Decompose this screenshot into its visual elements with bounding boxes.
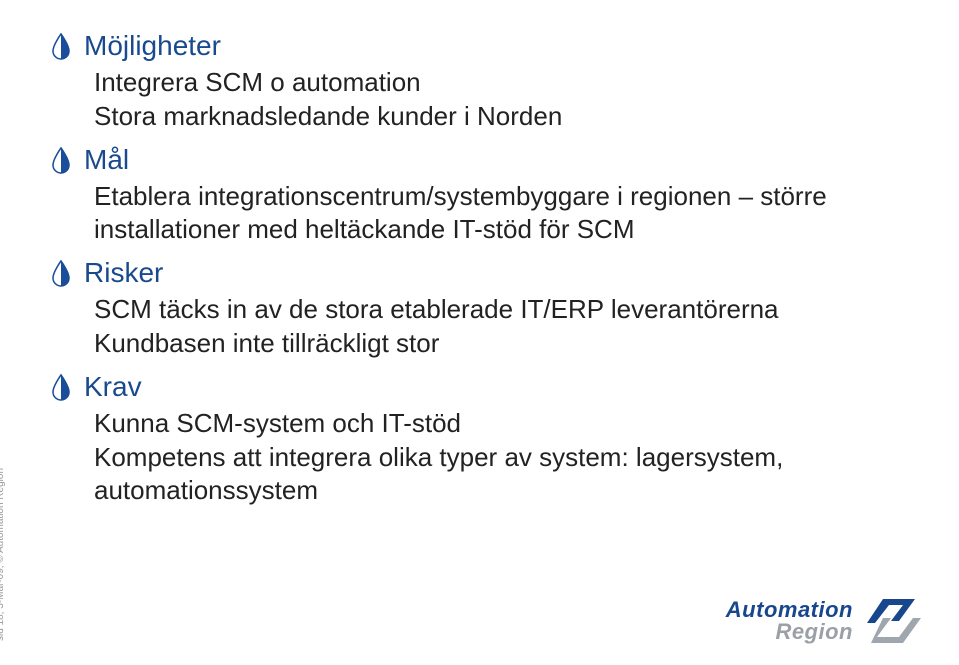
heading-krav: Krav — [84, 371, 142, 403]
body-line: Kunna SCM-system och IT-stöd — [94, 407, 909, 441]
slide-footer: sid 18, 3-Mar-09, © Automation Region Au… — [0, 575, 959, 665]
heading-mojligheter: Möjligheter — [84, 30, 221, 62]
body-line: Etablera integrationscentrum/systembygga… — [94, 180, 909, 248]
body-line: Kompetens att integrera olika typer av s… — [94, 441, 909, 509]
heading-mal: Mål — [84, 144, 129, 176]
section-header: Möjligheter — [50, 30, 909, 62]
section-header: Risker — [50, 257, 909, 289]
body-line: Kundbasen inte tillräckligt stor — [94, 327, 909, 361]
drop-bullet-icon — [50, 32, 72, 60]
section-krav: Krav Kunna SCM-system och IT-stöd Kompet… — [50, 371, 909, 508]
logo-mark-icon — [863, 593, 929, 649]
section-header: Mål — [50, 144, 909, 176]
logo-line2: Region — [726, 621, 853, 643]
drop-bullet-icon — [50, 259, 72, 287]
body-line: SCM täcks in av de stora etablerade IT/E… — [94, 293, 909, 327]
body-line: Integrera SCM o automation — [94, 66, 909, 100]
section-risker: Risker SCM täcks in av de stora etablera… — [50, 257, 909, 361]
drop-bullet-icon — [50, 146, 72, 174]
logo-text: Automation Region — [726, 599, 853, 643]
section-mojligheter: Möjligheter Integrera SCM o automation S… — [50, 30, 909, 134]
slide-content: Möjligheter Integrera SCM o automation S… — [0, 0, 959, 508]
section-mal: Mål Etablera integrationscentrum/systemb… — [50, 144, 909, 248]
side-credit: sid 18, 3-Mar-09, © Automation Region — [0, 468, 6, 641]
heading-risker: Risker — [84, 257, 163, 289]
drop-bullet-icon — [50, 373, 72, 401]
section-header: Krav — [50, 371, 909, 403]
automation-region-logo: Automation Region — [726, 593, 929, 649]
logo-line1: Automation — [726, 599, 853, 621]
body-line: Stora marknadsledande kunder i Norden — [94, 100, 909, 134]
